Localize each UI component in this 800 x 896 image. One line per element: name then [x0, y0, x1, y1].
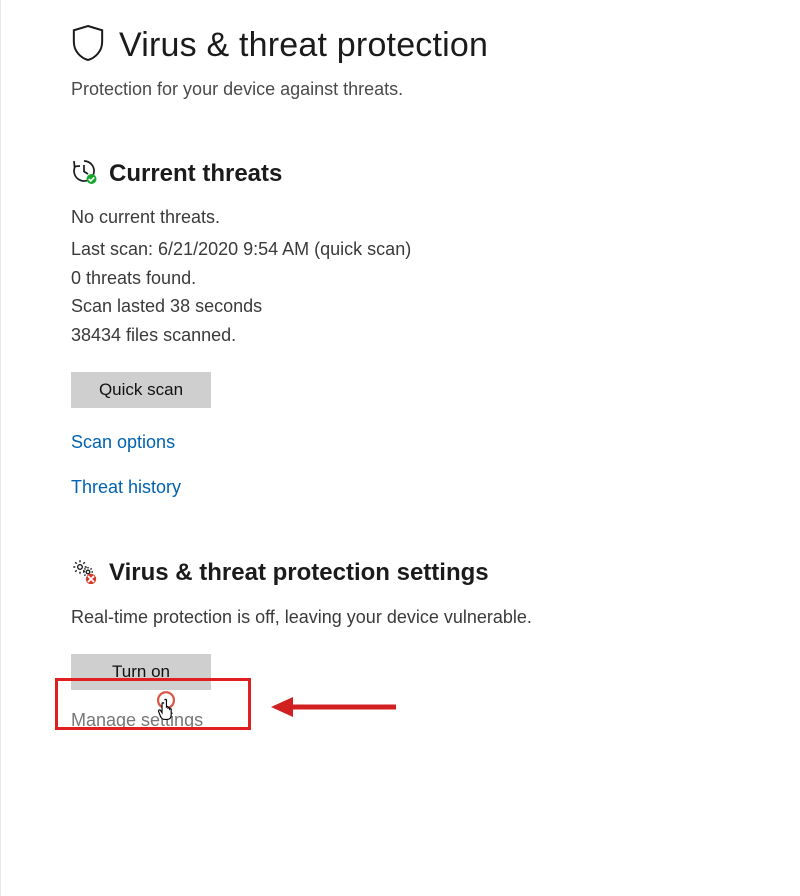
scan-options-link[interactable]: Scan options: [71, 432, 175, 453]
protection-settings-header: Virus & threat protection settings: [71, 558, 730, 589]
current-threats-title: Current threats: [109, 160, 282, 188]
protection-settings-desc: Real-time protection is off, leaving you…: [71, 603, 730, 632]
page-header: Virus & threat protection: [71, 24, 730, 67]
page-subtitle: Protection for your device against threa…: [71, 79, 730, 100]
quick-scan-button[interactable]: Quick scan: [71, 372, 211, 408]
shield-icon: [71, 24, 105, 67]
settings-warning-icon: [71, 558, 97, 589]
scan-history-icon: [71, 158, 97, 189]
last-scan-line: Last scan: 6/21/2020 9:54 AM (quick scan…: [71, 235, 730, 264]
manage-settings-link[interactable]: Manage settings: [71, 710, 203, 731]
files-scanned-line: 38434 files scanned.: [71, 321, 730, 350]
page-title: Virus & threat protection: [119, 26, 488, 65]
protection-settings-title: Virus & threat protection settings: [109, 559, 489, 587]
threats-found-line: 0 threats found.: [71, 264, 730, 293]
current-threats-header: Current threats: [71, 158, 730, 189]
annotation-arrow-icon: [271, 688, 401, 731]
turn-on-button[interactable]: Turn on: [71, 654, 211, 690]
threat-history-link[interactable]: Threat history: [71, 477, 181, 498]
threats-status: No current threats.: [71, 203, 730, 232]
scan-details: Last scan: 6/21/2020 9:54 AM (quick scan…: [71, 235, 730, 350]
scan-duration-line: Scan lasted 38 seconds: [71, 292, 730, 321]
